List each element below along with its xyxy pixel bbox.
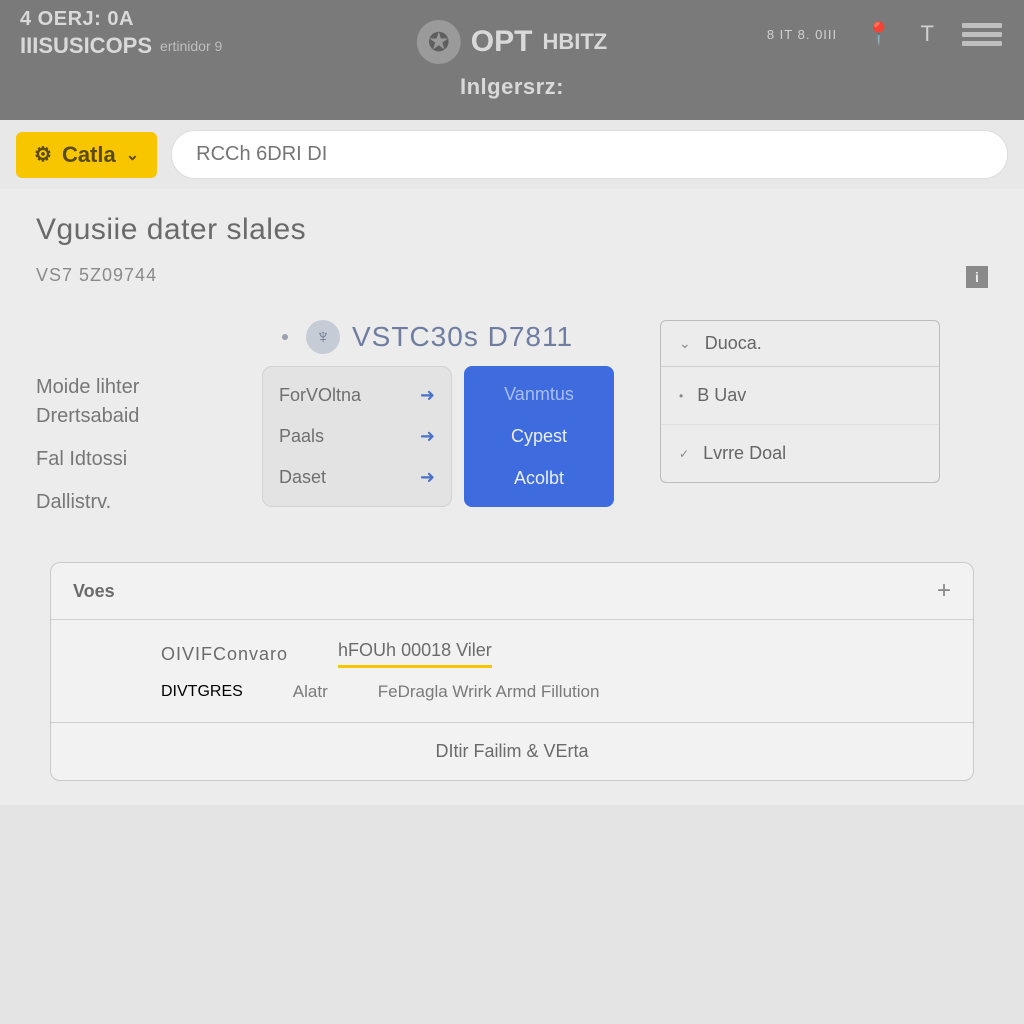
left-label-2: Fal Idtossi (36, 446, 236, 473)
left-label-1b: Drertsabaid (36, 403, 236, 430)
card-body: OIVIFConvaro hFOUh 00018 Viler DIVTGRES … (51, 620, 973, 722)
check-icon: ✓ (679, 447, 689, 461)
card-header: Voes + (51, 563, 973, 620)
brand-name: IIISUSICOPS (20, 33, 152, 59)
card-row2-sub1[interactable]: Alatr (293, 682, 328, 702)
left-label-1a: Moide lihter (36, 374, 236, 401)
arrow-right-icon: ➜ (420, 385, 435, 406)
brand-sub: ertinidor 9 (160, 38, 222, 54)
bottom-card: Voes + OIVIFConvaro hFOUh 00018 Viler DI… (50, 562, 974, 781)
card-footer[interactable]: DItir Failim & VErta (51, 722, 973, 780)
page-subcode: VS7 5Z09744 (36, 265, 988, 286)
menu-icon[interactable] (962, 10, 1002, 58)
right-panel-item-1-label: B Uav (697, 385, 746, 406)
header-subtitle: Inlgersrz: (417, 74, 607, 100)
dot-icon (282, 334, 288, 340)
blue-item-bot[interactable]: Acolbt (464, 458, 614, 499)
catalog-label: Catla (62, 142, 116, 168)
card-row2-sub2[interactable]: FeDragla Wrirk Armd Fillution (378, 682, 600, 702)
card-row1-val[interactable]: hFOUh 00018 Viler (338, 640, 492, 668)
grey-item-2[interactable]: Daset ➜ (263, 457, 451, 498)
left-label-3: Dallistrv. (36, 489, 236, 516)
mid-area: Moide lihter Drertsabaid Fal Idtossi Dal… (36, 320, 988, 532)
logo-icon: ✪ (417, 20, 461, 64)
crest-icon: ♆ (306, 320, 340, 354)
nav-bar: ⚙ Catla ⌄ (0, 120, 1024, 189)
right-panel: ⌄ Duoca. • B Uav ✓ Lvrre Doal (660, 320, 940, 483)
pin-icon[interactable]: 📍 (865, 21, 892, 47)
search-input[interactable] (171, 130, 1008, 179)
plus-icon[interactable]: + (937, 577, 951, 605)
logo-side-text: HBITZ (542, 29, 607, 55)
right-panel-header-label: Duoca. (705, 333, 762, 354)
center-title: ♆ VSTC30s D7811 (282, 320, 614, 354)
right-panel-item-1[interactable]: • B Uav (661, 367, 939, 424)
right-panel-item-2[interactable]: ✓ Lvrre Doal (661, 424, 939, 482)
center-column: ♆ VSTC30s D7811 ForVOltna ➜ Paals ➜ Dase… (262, 320, 614, 507)
card-row-2: DIVTGRES Alatr FeDragla Wrirk Armd Fillu… (161, 682, 863, 702)
left-label-column: Moide lihter Drertsabaid Fal Idtossi Dal… (36, 320, 236, 532)
card-row2-key: DIVTGRES (161, 683, 243, 701)
arrow-right-icon: ➜ (420, 426, 435, 447)
blue-item-top[interactable]: Vanmtus (464, 374, 614, 415)
app-header: 4 OERJ: 0A IIISUSICOPS ertinidor 9 ✪ OPT… (0, 0, 1024, 120)
catalog-button[interactable]: ⚙ Catla ⌄ (16, 132, 157, 178)
page-body: Vgusiie dater slales VS7 5Z09744 i Moide… (0, 189, 1024, 805)
arrow-right-icon: ➜ (420, 467, 435, 488)
header-meta: 8 IT 8. 0III (767, 27, 837, 42)
card-row-1: OIVIFConvaro hFOUh 00018 Viler (161, 640, 863, 668)
blue-item-mid[interactable]: Cypest (464, 416, 614, 457)
info-icon[interactable]: i (966, 266, 988, 288)
grey-item-1[interactable]: Paals ➜ (263, 416, 451, 457)
tool-icon[interactable]: T (921, 21, 934, 47)
header-right: 8 IT 8. 0III 📍 T (767, 10, 1002, 58)
card-header-label: Voes (73, 581, 115, 602)
blue-panel: Vanmtus Cypest Acolbt (464, 366, 614, 507)
header-center: ✪ OPT HBITZ Inlgersrz: (417, 20, 607, 100)
grey-item-2-label: Daset (279, 467, 326, 488)
chevron-down-icon: ⌄ (126, 145, 139, 165)
grey-item-1-label: Paals (279, 426, 324, 447)
chevron-down-icon: ⌄ (679, 335, 691, 352)
right-panel-header[interactable]: ⌄ Duoca. (661, 321, 939, 367)
card-row1-key: OIVIFConvaro (161, 644, 288, 665)
right-panel-item-2-label: Lvrre Doal (703, 443, 786, 464)
center-title-text: VSTC30s D7811 (352, 321, 573, 353)
gear-icon: ⚙ (34, 142, 52, 167)
bullet-icon: • (679, 389, 683, 403)
logo-main-text: OPT (471, 25, 533, 59)
grey-panel: ForVOltna ➜ Paals ➜ Daset ➜ (262, 366, 452, 507)
page-title: Vgusiie dater slales (36, 213, 988, 247)
grey-item-0-label: ForVOltna (279, 385, 361, 406)
grey-item-0[interactable]: ForVOltna ➜ (263, 375, 451, 416)
